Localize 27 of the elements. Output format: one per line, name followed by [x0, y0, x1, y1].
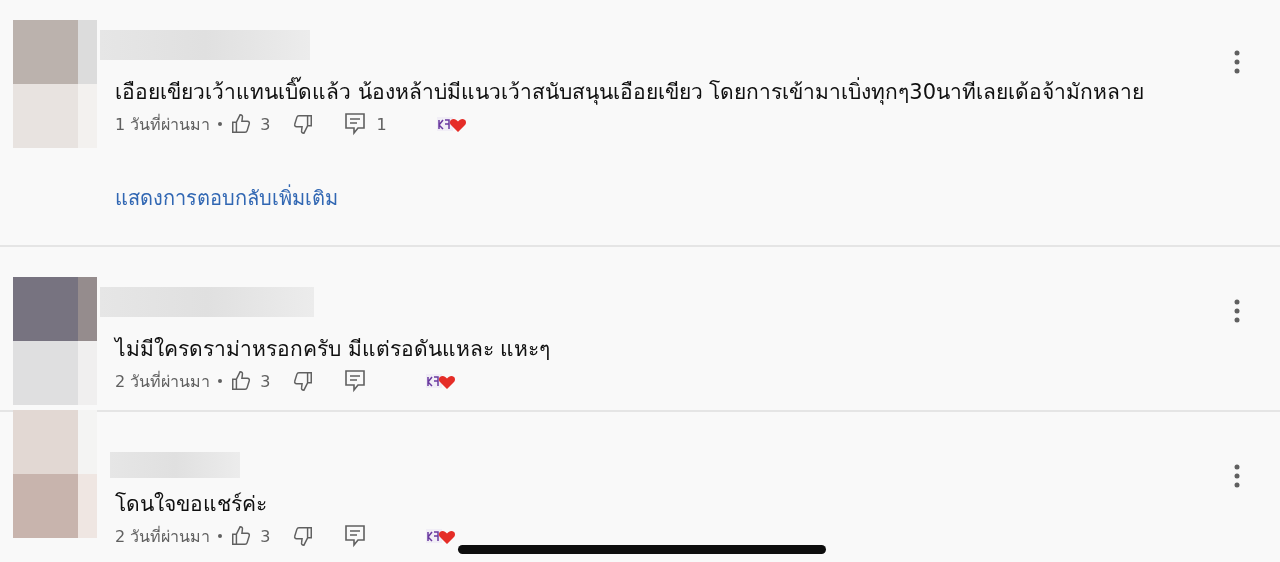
comment-text: เอือยเขียวเว้าแทนเบิ๊ดแล้ว น้องหล้าบ่มีแนวเว้าสนับสนุนเอือยเขียว โดยการเข้ามาเบิ่งทุกๆ30นาทีเลยเด้อจ้ามักหลาย — [115, 78, 1280, 106]
reply-icon[interactable] — [344, 524, 367, 548]
like-count: 3 — [260, 114, 271, 134]
show-more-replies-link[interactable]: แสดงการตอบกลับเพิ่มเติม — [115, 182, 338, 214]
more-options-icon[interactable] — [1234, 50, 1240, 74]
reply-icon[interactable] — [344, 369, 367, 393]
dislike-icon[interactable] — [292, 113, 315, 135]
like-count: 3 — [260, 526, 271, 546]
comment-time: 2 วันที่ผ่านมา — [115, 370, 211, 393]
comment-time: 1 วันที่ผ่านมา — [115, 113, 211, 136]
reply-icon[interactable] — [344, 112, 367, 136]
comment-text: ไม่มีใครดราม่าหรอกครับ มีแต่รอดันแหละ แหะๆ — [115, 336, 552, 363]
like-icon[interactable] — [230, 525, 253, 547]
separator-dot — [218, 379, 223, 383]
like-count: 3 — [260, 371, 271, 391]
more-options-icon[interactable] — [1234, 464, 1240, 488]
comment-time: 2 วันที่ผ่านมา — [115, 525, 211, 548]
dislike-icon[interactable] — [292, 370, 315, 392]
like-icon[interactable] — [230, 370, 253, 392]
reply-count: 1 — [376, 114, 387, 134]
dislike-icon[interactable] — [292, 525, 315, 547]
separator-dot — [218, 534, 223, 538]
blurred-avatar[interactable] — [13, 277, 97, 405]
separator-dot — [218, 122, 223, 126]
comment-text: โดนใจขอแชร์ค่ะ — [115, 491, 268, 518]
more-options-icon[interactable] — [1234, 299, 1240, 323]
like-icon[interactable] — [230, 113, 253, 135]
